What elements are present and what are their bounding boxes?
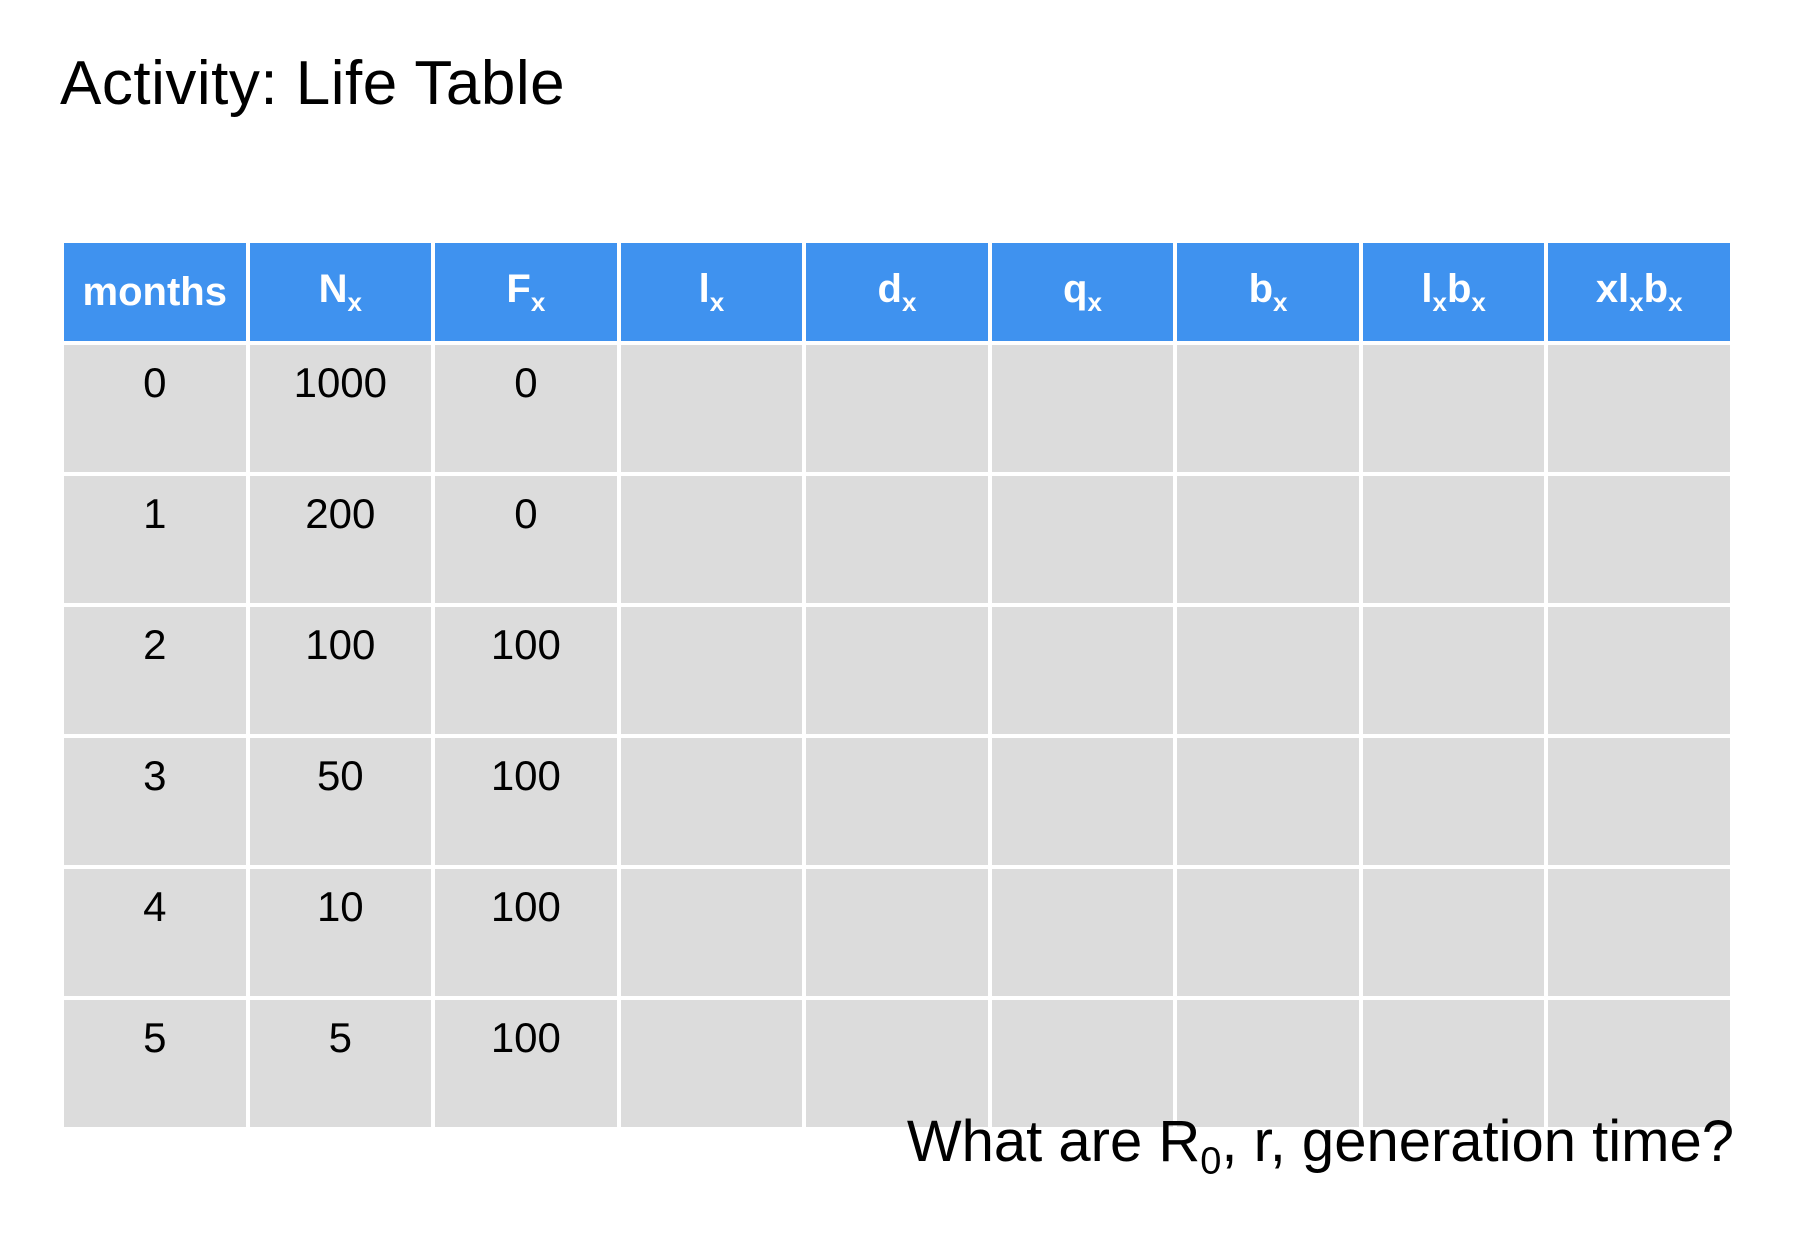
header-sub2: x — [1668, 287, 1682, 317]
cell-fx: 0 — [435, 476, 617, 603]
cell-qx — [992, 476, 1174, 603]
header-row: months Nx Fx lx dx qx bx — [64, 243, 1730, 341]
table-row: 0 1000 0 — [64, 345, 1730, 472]
header-sub: x — [348, 287, 362, 317]
cell-qx — [992, 869, 1174, 996]
col-header-lxbx: lxbx — [1363, 243, 1545, 341]
header-sub: x — [1087, 287, 1101, 317]
cell-xlxbx — [1548, 607, 1730, 734]
header-text2: b — [1644, 267, 1668, 311]
cell-xlxbx — [1548, 476, 1730, 603]
col-header-qx: qx — [992, 243, 1174, 341]
cell-nx: 50 — [250, 738, 432, 865]
table-row: 2 100 100 — [64, 607, 1730, 734]
cell-lx — [621, 607, 803, 734]
cell-fx: 100 — [435, 738, 617, 865]
table-row: 1 200 0 — [64, 476, 1730, 603]
cell-qx — [992, 738, 1174, 865]
col-header-xlxbx: xlxbx — [1548, 243, 1730, 341]
question-sub: 0 — [1200, 1141, 1221, 1183]
cell-fx: 0 — [435, 345, 617, 472]
header-sub2: x — [1471, 287, 1485, 317]
col-header-lx: lx — [621, 243, 803, 341]
header-text: q — [1063, 267, 1087, 311]
header-text: xl — [1596, 267, 1629, 311]
cell-months: 1 — [64, 476, 246, 603]
cell-bx — [1177, 345, 1359, 472]
question-suffix: , r, generation time? — [1221, 1109, 1734, 1174]
header-text: l — [1421, 267, 1432, 311]
life-table: months Nx Fx lx dx qx bx — [60, 239, 1734, 1131]
cell-bx — [1177, 869, 1359, 996]
cell-nx: 100 — [250, 607, 432, 734]
table-row: 4 10 100 — [64, 869, 1730, 996]
cell-xlxbx — [1548, 345, 1730, 472]
cell-months: 4 — [64, 869, 246, 996]
col-header-nx: Nx — [250, 243, 432, 341]
header-text: l — [699, 267, 710, 311]
cell-lxbx — [1363, 345, 1545, 472]
header-text: months — [83, 270, 227, 314]
header-text: b — [1249, 267, 1273, 311]
header-sub: x — [531, 287, 545, 317]
cell-lxbx — [1363, 476, 1545, 603]
question-prefix: What are R — [907, 1109, 1200, 1174]
cell-fx: 100 — [435, 1000, 617, 1127]
header-text2: b — [1447, 267, 1471, 311]
cell-lx — [621, 869, 803, 996]
cell-lx — [621, 345, 803, 472]
cell-xlxbx — [1548, 738, 1730, 865]
slide: Activity: Life Table months Nx Fx lx dx — [0, 0, 1794, 1244]
cell-fx: 100 — [435, 869, 617, 996]
cell-xlxbx — [1548, 869, 1730, 996]
cell-qx — [992, 345, 1174, 472]
header-text: N — [319, 267, 348, 311]
cell-lx — [621, 738, 803, 865]
header-sub: x — [710, 287, 724, 317]
header-sub: x — [1629, 287, 1643, 317]
cell-fx: 100 — [435, 607, 617, 734]
table-row: 3 50 100 — [64, 738, 1730, 865]
header-sub: x — [1432, 287, 1446, 317]
cell-months: 3 — [64, 738, 246, 865]
header-text: d — [878, 267, 902, 311]
slide-title: Activity: Life Table — [60, 48, 1734, 119]
cell-bx — [1177, 738, 1359, 865]
cell-lxbx — [1363, 607, 1545, 734]
col-header-bx: bx — [1177, 243, 1359, 341]
question-text: What are R0, r, generation time? — [907, 1108, 1734, 1184]
cell-dx — [806, 738, 988, 865]
cell-dx — [806, 476, 988, 603]
cell-bx — [1177, 607, 1359, 734]
cell-lx — [621, 1000, 803, 1127]
cell-dx — [806, 607, 988, 734]
cell-qx — [992, 607, 1174, 734]
cell-nx: 5 — [250, 1000, 432, 1127]
cell-months: 2 — [64, 607, 246, 734]
header-text: F — [506, 267, 530, 311]
cell-lx — [621, 476, 803, 603]
header-sub: x — [902, 287, 916, 317]
cell-months: 0 — [64, 345, 246, 472]
cell-lxbx — [1363, 869, 1545, 996]
table-body: 0 1000 0 1 200 0 — [64, 345, 1730, 1127]
col-header-dx: dx — [806, 243, 988, 341]
col-header-fx: Fx — [435, 243, 617, 341]
cell-lxbx — [1363, 738, 1545, 865]
cell-dx — [806, 869, 988, 996]
cell-nx: 200 — [250, 476, 432, 603]
col-header-months: months — [64, 243, 246, 341]
cell-bx — [1177, 476, 1359, 603]
cell-nx: 1000 — [250, 345, 432, 472]
cell-months: 5 — [64, 1000, 246, 1127]
header-sub: x — [1273, 287, 1287, 317]
table-head: months Nx Fx lx dx qx bx — [64, 243, 1730, 341]
cell-dx — [806, 345, 988, 472]
cell-nx: 10 — [250, 869, 432, 996]
